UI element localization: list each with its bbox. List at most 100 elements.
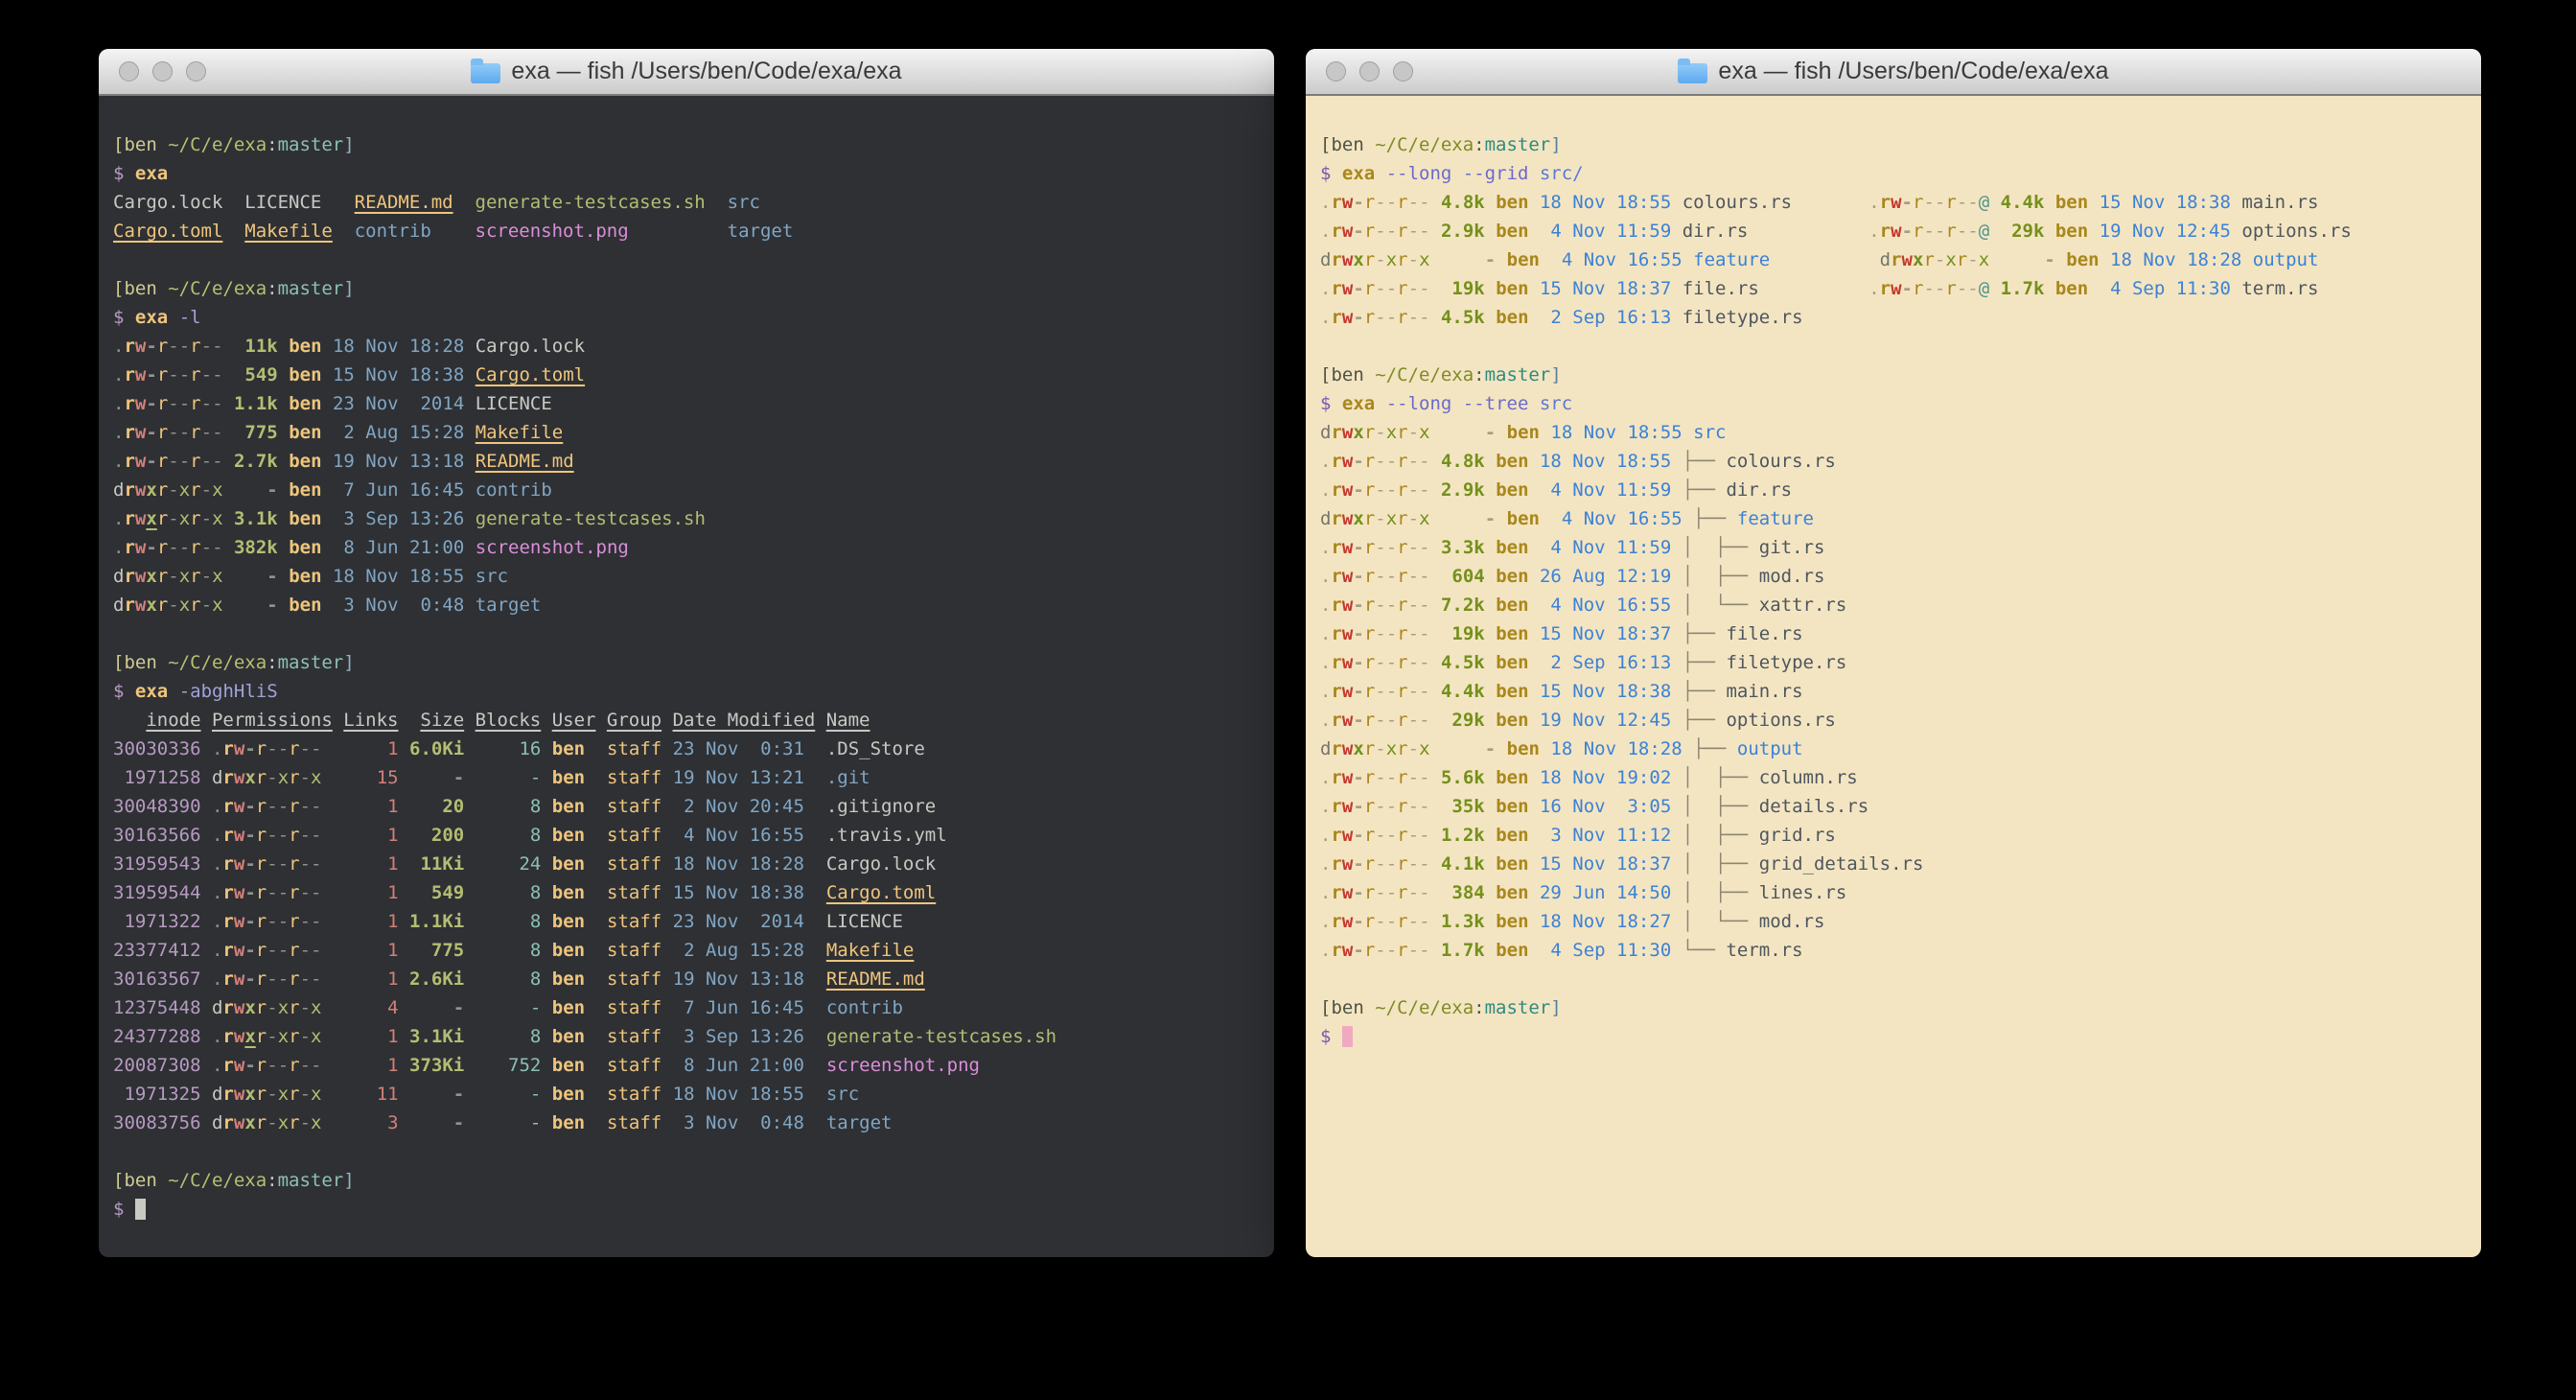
permission-char: r [1397, 767, 1407, 788]
terminal-text-segment: 200 [409, 825, 464, 846]
terminal-text-segment: 1971258 [113, 767, 201, 788]
permission-char: r [1331, 710, 1341, 731]
permission-char: r [289, 738, 299, 759]
permission-char: r [1397, 825, 1407, 846]
permission-char: - [212, 537, 222, 558]
terminal-text-segment [1430, 508, 1452, 529]
permission-char: . [212, 911, 222, 932]
permission-char: - [1902, 192, 1913, 213]
terminal-text-segment: │ └── [1683, 595, 1759, 616]
permission-char: - [244, 882, 255, 903]
terminal-text-segment: file.rs [1726, 623, 1802, 644]
terminal-text-segment [585, 1026, 607, 1047]
permission-char: - [267, 911, 277, 932]
terminal-text-segment [322, 997, 344, 1018]
terminal-text-segment [804, 968, 826, 990]
permission-char: - [1408, 738, 1419, 759]
terminal-text-segment: master [1485, 997, 1551, 1018]
terminal-text-segment [1496, 508, 1506, 529]
terminal-text-segment [1529, 566, 1540, 587]
terminal-text-segment: exa [1342, 393, 1375, 414]
terminal-text-segment: 4 [343, 997, 398, 1018]
permission-char: - [1353, 882, 1363, 903]
permission-char: w [1342, 307, 1353, 328]
terminal-text-segment [585, 968, 607, 990]
terminal-text-segment: : [1474, 134, 1484, 155]
terminal-text-segment: 18 Nov 18:28 [333, 336, 464, 357]
permission-char: r [289, 1055, 299, 1076]
terminal-text-segment [1375, 393, 1385, 414]
terminal-text-segment [464, 451, 475, 472]
terminal-text-segment: generate-testcases.sh [826, 1026, 1056, 1047]
terminal-text-segment: ~/C/e/exa [168, 278, 267, 299]
permission-char: r [1331, 479, 1341, 501]
terminal-text-segment [1331, 393, 1341, 414]
terminal-text-segment: Cargo.toml [113, 221, 222, 242]
terminal-text-segment: $ [113, 681, 124, 702]
terminal-text-segment: 2.9k [1441, 221, 1485, 242]
terminal-line: 1971325 drwxr-xr-x 11 - - ben staff 18 N… [113, 1080, 1265, 1108]
permission-char: - [278, 1055, 289, 1076]
terminal-text-segment: contrib [826, 997, 903, 1018]
terminal-text-segment [322, 882, 344, 903]
permission-char: x [1979, 249, 1989, 270]
permission-char: - [201, 451, 212, 472]
permission-char: x [244, 1084, 255, 1105]
permission-char: x [146, 595, 156, 616]
permission-char: x [1386, 738, 1397, 759]
terminal-text-segment [399, 968, 409, 990]
terminal-text-segment: 1.2k [1441, 825, 1485, 846]
permission-char: . [1868, 192, 1879, 213]
terminal-text-segment: 2.6Ki [409, 968, 464, 990]
permission-char: - [1353, 853, 1363, 875]
terminal-output[interactable]: [ben ~/C/e/exa:master]$ exa --long --gri… [1306, 96, 2481, 1257]
close-button[interactable] [1326, 61, 1346, 82]
permission-char: w [135, 336, 146, 357]
terminal-text-segment: main.rs [1726, 681, 1802, 702]
permission-char: - [300, 767, 311, 788]
terminal-line: $ exa --long --tree src [1320, 389, 2472, 418]
terminal-text-segment [661, 853, 672, 875]
terminal-text-segment: - [476, 997, 542, 1018]
close-button[interactable] [119, 61, 139, 82]
terminal-text-segment [1671, 710, 1682, 731]
terminal-text-segment: [ben [1320, 997, 1375, 1018]
terminal-text-segment: 18 Nov 18:28 [2110, 249, 2241, 270]
permission-char: r [1364, 796, 1375, 817]
permission-char: r [190, 393, 200, 414]
permission-char: w [1342, 278, 1353, 299]
titlebar[interactable]: exa — fish /Users/ben/Code/exa/exa [1306, 49, 2481, 96]
permission-char: . [113, 336, 124, 357]
permission-char: r [289, 1112, 299, 1133]
minimize-button[interactable] [1359, 61, 1380, 82]
minimize-button[interactable] [152, 61, 173, 82]
permission-char: - [201, 595, 212, 616]
permission-char: - [1386, 825, 1397, 846]
terminal-text-segment: - [234, 595, 278, 616]
terminal-output[interactable]: [ben ~/C/e/exa:master]$ exaCargo.lock LI… [99, 96, 1274, 1257]
titlebar[interactable]: exa — fish /Users/ben/Code/exa/exa [99, 49, 1274, 96]
terminal-line: drwxr-xr-x - ben 3 Nov 0:48 target [113, 591, 1265, 619]
terminal-text-segment: - [409, 1084, 464, 1105]
terminal-text-segment: contrib [355, 221, 431, 242]
terminal-text-segment [1485, 853, 1496, 875]
terminal-text-segment: 382k [234, 537, 278, 558]
zoom-button[interactable] [186, 61, 206, 82]
terminal-text-segment: staff [607, 940, 661, 961]
terminal-text-segment: README.md [826, 968, 925, 990]
permission-char: - [168, 336, 178, 357]
zoom-button[interactable] [1393, 61, 1413, 82]
terminal-text-segment: 23377412 [113, 940, 201, 961]
terminal-text-segment: [ben [113, 278, 168, 299]
permission-char: d [212, 997, 222, 1018]
terminal-text-segment [1671, 882, 1682, 903]
terminal-text-segment: staff [607, 825, 661, 846]
permission-char: w [135, 537, 146, 558]
terminal-text-segment [1485, 796, 1496, 817]
terminal-text-segment [398, 710, 420, 731]
permission-char: - [146, 422, 156, 443]
terminal-text-segment [333, 221, 355, 242]
terminal-text-segment [464, 566, 475, 587]
terminal-text-segment: 1 [343, 1026, 398, 1047]
terminal-text-segment [804, 882, 826, 903]
